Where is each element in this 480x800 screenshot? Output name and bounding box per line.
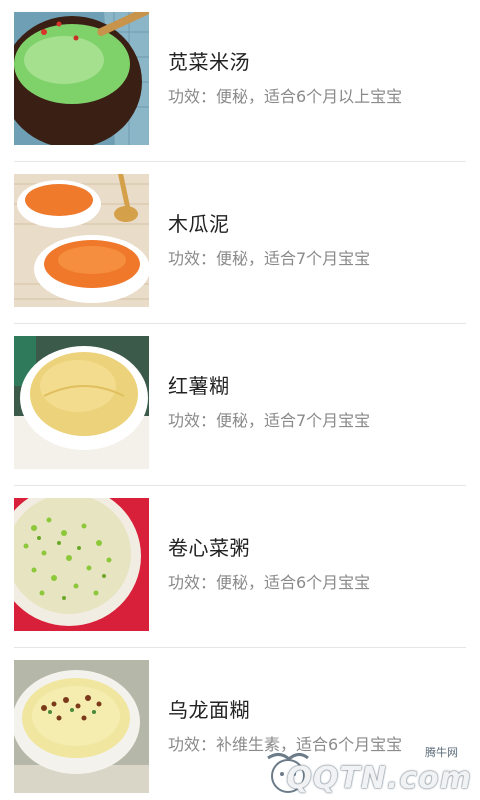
- recipe-item-5[interactable]: 乌龙面糊 功效：补维生素，适合6个月宝宝: [0, 648, 480, 800]
- recipe-effect: 功效：补维生素，适合6个月宝宝: [168, 735, 403, 754]
- recipe-effect: 功效：便秘，适合7个月宝宝: [168, 249, 371, 268]
- recipe-item-3[interactable]: 红薯糊 功效：便秘，适合7个月宝宝: [0, 324, 480, 486]
- recipe-thumbnail[interactable]: [14, 498, 149, 631]
- recipe-thumbnail[interactable]: [14, 12, 149, 145]
- recipe-effect: 功效：便秘，适合6个月宝宝: [168, 573, 371, 592]
- recipe-thumbnail[interactable]: [14, 174, 149, 307]
- recipe-title: 红薯糊: [168, 374, 230, 398]
- recipe-title: 卷心菜粥: [168, 536, 250, 560]
- recipe-title: 乌龙面糊: [168, 698, 250, 722]
- recipe-item-1[interactable]: 苋菜米汤 功效：便秘，适合6个月以上宝宝: [0, 0, 480, 162]
- cabbage-porridge-image: [14, 498, 149, 631]
- noodle-paste-image: [14, 660, 149, 793]
- recipe-thumbnail[interactable]: [14, 660, 149, 793]
- recipe-effect: 功效：便秘，适合6个月以上宝宝: [168, 87, 403, 106]
- recipe-list: 苋菜米汤 功效：便秘，适合6个月以上宝宝 木瓜泥 功效：便秘，适合7个月宝宝 红…: [0, 0, 480, 800]
- recipe-item-4[interactable]: 卷心菜粥 功效：便秘，适合6个月宝宝: [0, 486, 480, 648]
- recipe-title: 苋菜米汤: [168, 50, 250, 74]
- recipe-title: 木瓜泥: [168, 212, 230, 236]
- sweet-potato-paste-image: [14, 336, 149, 469]
- recipe-thumbnail[interactable]: [14, 336, 149, 469]
- green-rice-soup-image: [14, 12, 149, 145]
- recipe-effect: 功效：便秘，适合7个月宝宝: [168, 411, 371, 430]
- recipe-item-2[interactable]: 木瓜泥 功效：便秘，适合7个月宝宝: [0, 162, 480, 324]
- papaya-puree-image: [14, 174, 149, 307]
